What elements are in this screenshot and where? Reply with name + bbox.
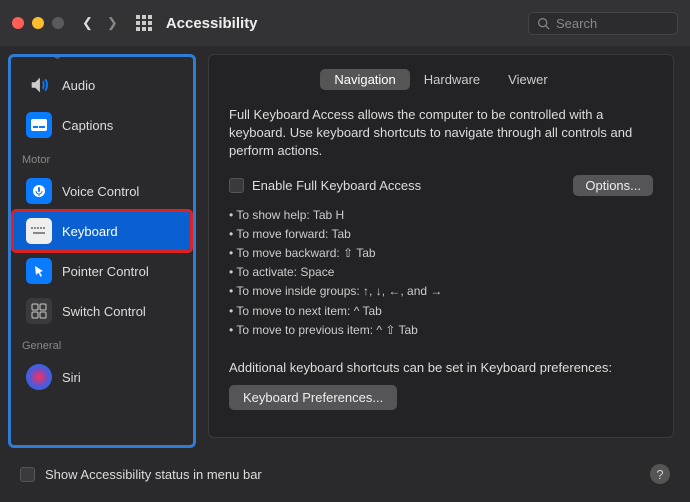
- sidebar-item-label: Keyboard: [62, 224, 118, 239]
- footer: Show Accessibility status in menu bar ?: [0, 454, 690, 494]
- tab-viewer[interactable]: Viewer: [494, 69, 562, 90]
- audio-icon: [26, 72, 52, 98]
- sidebar-item-label: Switch Control: [62, 304, 146, 319]
- nav-arrows: ❮ ❯: [82, 15, 118, 31]
- tab-hardware[interactable]: Hardware: [410, 69, 494, 90]
- enable-full-keyboard-checkbox[interactable]: [229, 178, 244, 193]
- keyboard-preferences-button[interactable]: Keyboard Preferences...: [229, 385, 397, 410]
- section-general-label: General: [8, 332, 196, 356]
- section-motor-label: Motor: [8, 146, 196, 170]
- shortcut-item: • To activate: Space: [229, 263, 653, 282]
- help-button[interactable]: ?: [650, 464, 670, 484]
- forward-button: ❯: [107, 15, 118, 31]
- sidebar-item-pointer-control[interactable]: Pointer Control: [14, 252, 190, 290]
- close-window-button[interactable]: [12, 17, 24, 29]
- sidebar-item-keyboard[interactable]: Keyboard: [14, 212, 190, 250]
- minimize-window-button[interactable]: [32, 17, 44, 29]
- captions-icon: [26, 112, 52, 138]
- search-input[interactable]: Search: [528, 12, 678, 35]
- shortcut-item: • To move backward: ⇧ Tab: [229, 244, 653, 263]
- maximize-window-button: [52, 17, 64, 29]
- show-all-prefs-button[interactable]: [136, 15, 152, 31]
- pointer-control-icon: [26, 258, 52, 284]
- sidebar-item-switch-control[interactable]: Switch Control: [14, 292, 190, 330]
- titlebar: ❮ ❯ Accessibility Search: [0, 0, 690, 46]
- sidebar-item-label: Audio: [62, 78, 95, 93]
- shortcut-list: • To show help: Tab H • To move forward:…: [229, 206, 653, 340]
- sidebar-item-label: Captions: [62, 118, 113, 133]
- sidebar-item-label: Pointer Control: [62, 264, 149, 279]
- additional-text: Additional keyboard shortcuts can be set…: [229, 360, 653, 375]
- sidebar: Hearing Audio Captions Motor Voice Contr…: [8, 54, 196, 446]
- sidebar-item-captions[interactable]: Captions: [14, 106, 190, 144]
- shortcut-item: • To move to next item: ^ Tab: [229, 302, 653, 321]
- show-status-label: Show Accessibility status in menu bar: [45, 467, 262, 482]
- keyboard-icon: [26, 218, 52, 244]
- back-button[interactable]: ❮: [82, 15, 93, 31]
- window-title: Accessibility: [166, 15, 528, 32]
- search-placeholder: Search: [556, 16, 597, 31]
- description-text: Full Keyboard Access allows the computer…: [229, 106, 653, 161]
- sidebar-item-label: Siri: [62, 370, 81, 385]
- tab-navigation[interactable]: Navigation: [320, 69, 409, 90]
- sidebar-item-audio[interactable]: Audio: [14, 66, 190, 104]
- shortcut-item: • To move forward: Tab: [229, 225, 653, 244]
- siri-icon: [26, 364, 52, 390]
- options-button[interactable]: Options...: [573, 175, 653, 196]
- sidebar-item-voice-control[interactable]: Voice Control: [14, 172, 190, 210]
- voice-control-icon: [26, 178, 52, 204]
- shortcut-item: • To move to previous item: ^ ⇧ Tab: [229, 321, 653, 340]
- shortcut-item: • To show help: Tab H: [229, 206, 653, 225]
- shortcut-item: • To move inside groups: ↑, ↓, ←, and →: [229, 282, 653, 301]
- enable-full-keyboard-label: Enable Full Keyboard Access: [252, 178, 421, 193]
- show-status-checkbox[interactable]: [20, 467, 35, 482]
- search-icon: [537, 17, 550, 30]
- content-panel: Navigation Hardware Viewer Full Keyboard…: [208, 54, 674, 438]
- window-controls: [12, 17, 64, 29]
- tabs: Navigation Hardware Viewer: [229, 69, 653, 90]
- section-hearing-label: Hearing: [8, 54, 196, 61]
- sidebar-item-siri[interactable]: Siri: [14, 358, 190, 396]
- sidebar-item-label: Voice Control: [62, 184, 139, 199]
- switch-control-icon: [26, 298, 52, 324]
